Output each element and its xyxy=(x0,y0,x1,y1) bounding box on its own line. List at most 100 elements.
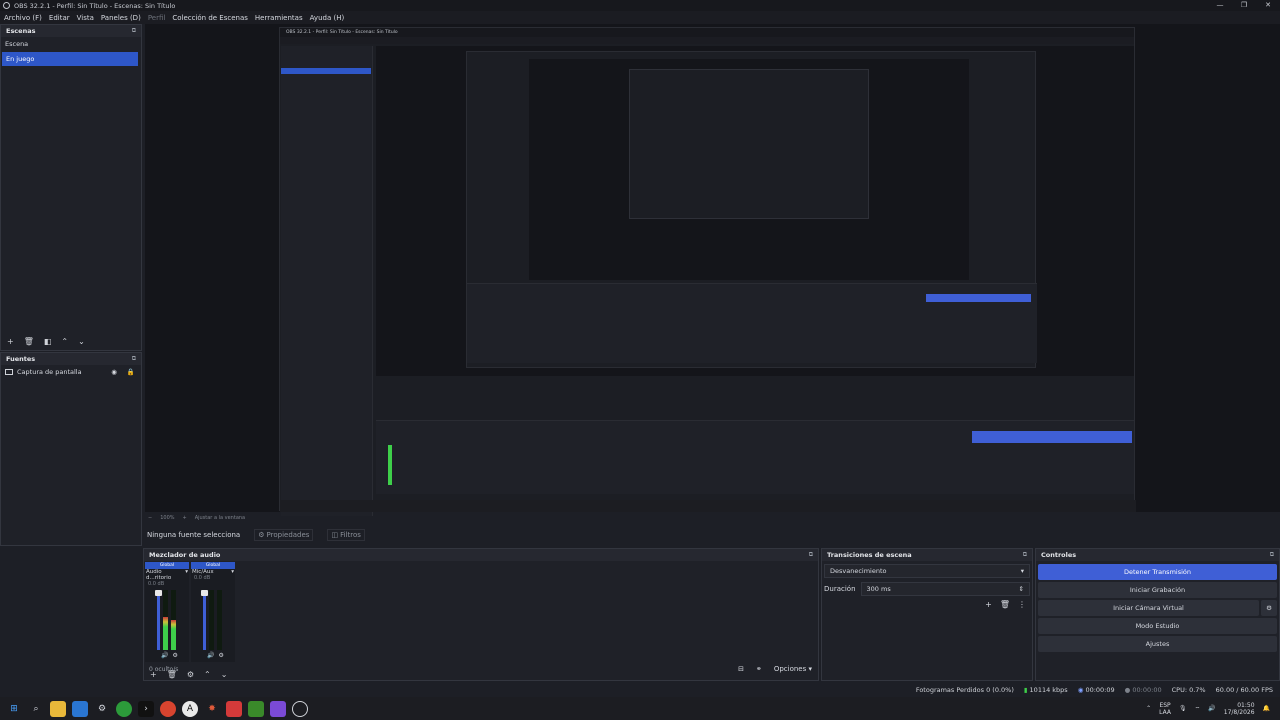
minimize-button[interactable]: — xyxy=(1208,0,1232,11)
move-up-icon[interactable]: ⌃ xyxy=(204,670,211,679)
wifi-icon[interactable]: ⌔ xyxy=(1195,705,1201,713)
green-app-icon[interactable] xyxy=(248,700,264,717)
meter-right xyxy=(217,590,222,650)
menu-coleccion-escenas[interactable]: Colección de Escenas xyxy=(172,14,248,22)
menu-editar[interactable]: Editar xyxy=(49,14,70,22)
add-icon[interactable]: + xyxy=(985,600,992,609)
scenes-title: Escenas xyxy=(6,27,36,35)
spinner-icon[interactable]: ⇕ xyxy=(1019,585,1024,593)
language-indicator[interactable]: ESP LAA xyxy=(1159,702,1171,716)
move-down-icon[interactable]: ⌄ xyxy=(78,337,85,346)
dropped-frames: Fotogramas Perdidos 0 (0.0%) xyxy=(915,685,1014,694)
channel-name-label: Audio d...ritorio xyxy=(146,569,172,581)
signal-icon: ▮ xyxy=(1023,685,1028,694)
filters-button[interactable]: ◫ Filtros xyxy=(327,528,365,541)
settings-icon[interactable]: ⚙ xyxy=(172,652,177,659)
undock-icon[interactable]: ⧉ xyxy=(809,551,813,559)
gear-icon[interactable]: ⚙ xyxy=(187,670,194,679)
store-icon[interactable] xyxy=(72,700,88,717)
virtual-camera-settings-icon[interactable]: ⚙ xyxy=(1261,600,1277,616)
duration-input[interactable]: 300 ms ⇕ xyxy=(860,582,1030,596)
mixer-options: ⊟ ⚭ Opciones ▾ xyxy=(738,665,812,673)
xbox-icon[interactable] xyxy=(116,700,132,717)
notification-icon[interactable]: 🔔 xyxy=(1263,705,1270,712)
menu-perfil[interactable]: Perfil xyxy=(148,14,166,22)
bitrate-value: 10114 kbps xyxy=(1029,685,1068,694)
red-app-icon[interactable] xyxy=(226,700,242,717)
search-icon[interactable]: ⌕ xyxy=(28,701,44,717)
options-button[interactable]: Opciones ▾ xyxy=(774,665,812,673)
zoom-out-icon[interactable]: − xyxy=(148,515,152,521)
close-button[interactable]: ✕ xyxy=(1256,0,1280,11)
volume-slider[interactable] xyxy=(155,590,162,650)
filter-scene-icon[interactable]: ◧ xyxy=(44,337,52,346)
terminal-icon[interactable]: › xyxy=(138,700,154,717)
channel-name[interactable]: Audio d...ritorio ▾ xyxy=(145,569,189,581)
scenes-toolbar: + 🗑 ◧ ⌃ ⌄ xyxy=(1,334,85,348)
trash-icon[interactable]: 🗑 xyxy=(1000,600,1010,609)
meter-left xyxy=(163,590,168,650)
fps: 60.00 / 60.00 FPS xyxy=(1215,685,1273,694)
record-icon: ● xyxy=(1124,685,1131,694)
obs-logo-icon xyxy=(3,2,10,9)
menu-vista[interactable]: Vista xyxy=(77,14,94,22)
remove-scene-icon[interactable]: 🗑 xyxy=(24,337,34,346)
link-icon[interactable]: ⚭ xyxy=(756,665,762,673)
burst-icon[interactable]: ✸ xyxy=(204,701,220,717)
properties-button[interactable]: ⚙ Propiedades xyxy=(254,528,314,541)
settings-icon[interactable]: ⚙ xyxy=(218,652,223,659)
volume-icon[interactable]: 🔊 xyxy=(1208,705,1215,712)
menu-archivo[interactable]: Archivo (F) xyxy=(4,14,42,22)
move-up-icon[interactable]: ⌃ xyxy=(61,337,68,346)
zoom-in-icon[interactable]: + xyxy=(183,515,187,521)
more-icon[interactable]: ⋮ xyxy=(1018,600,1026,609)
rec-time-value: 00:00:00 xyxy=(1132,685,1162,694)
stream-time: ◉ 00:00:09 xyxy=(1078,686,1115,694)
speaker-icon[interactable]: 🔊 xyxy=(161,652,168,659)
preview-canvas[interactable]: OBS 32.2.1 - Perfil: Sin Título - Escena… xyxy=(145,24,1280,516)
menu-herramientas[interactable]: Herramientas xyxy=(255,14,303,22)
studio-mode-button[interactable]: Modo Estudio xyxy=(1038,618,1277,634)
undock-icon[interactable]: ⧉ xyxy=(1270,551,1274,559)
move-down-icon[interactable]: ⌄ xyxy=(221,670,228,679)
stop-stream-button[interactable]: Detener Transmisión xyxy=(1038,564,1277,580)
undock-icon[interactable]: ⧉ xyxy=(132,355,136,363)
app-icon[interactable]: A xyxy=(182,700,198,717)
zoom-label: 100% xyxy=(160,515,175,521)
menu-ayuda[interactable]: Ayuda (H) xyxy=(310,14,345,22)
windows-start-icon[interactable]: ⊞ xyxy=(6,701,22,717)
source-label: Captura de pantalla xyxy=(17,368,82,376)
eye-icon[interactable]: ◉ xyxy=(111,365,117,379)
transitions-dock-title: Transiciones de escena ⧉ xyxy=(822,549,1032,561)
layout-icon[interactable]: ⊟ xyxy=(738,665,744,673)
fit-window-label[interactable]: Ajustar a la ventana xyxy=(195,515,245,521)
lang2: LAA xyxy=(1159,708,1171,716)
add-scene-icon[interactable]: + xyxy=(7,337,14,346)
sources-title: Fuentes xyxy=(6,355,36,363)
scene-item-en-juego[interactable]: En juego xyxy=(2,52,138,66)
chrome-icon[interactable] xyxy=(160,700,176,717)
menu-paneles[interactable]: Paneles (D) xyxy=(101,14,141,22)
chevron-up-icon[interactable]: ⌃ xyxy=(1146,705,1151,712)
undock-icon[interactable]: ⧉ xyxy=(1023,551,1027,559)
speaker-icon[interactable]: 🔊 xyxy=(207,652,214,659)
file-explorer-icon[interactable] xyxy=(50,700,66,717)
start-recording-button[interactable]: Iniciar Grabación xyxy=(1038,582,1277,598)
lock-icon[interactable]: 🔒 xyxy=(127,365,135,379)
purple-app-icon[interactable] xyxy=(270,700,286,717)
audio-mixer-dock: Mezclador de audio ⧉ Global Audio d...ri… xyxy=(143,548,819,681)
volume-slider[interactable] xyxy=(201,590,208,650)
undock-icon[interactable]: ⧉ xyxy=(132,27,136,35)
settings-button[interactable]: Ajustes xyxy=(1038,636,1277,652)
virtual-camera-button[interactable]: Iniciar Cámara Virtual xyxy=(1038,600,1259,616)
transition-select[interactable]: Desvanecimiento ▾ xyxy=(824,564,1030,578)
clock[interactable]: 01:50 17/8/2026 xyxy=(1224,702,1255,716)
gear-icon: ⚙ xyxy=(258,530,265,539)
maximize-button[interactable]: ❐ xyxy=(1232,0,1256,11)
scene-item-escena[interactable]: Escena xyxy=(1,37,141,51)
settings-icon[interactable]: ⚙ xyxy=(94,701,110,717)
obs-taskbar-icon[interactable] xyxy=(292,700,308,717)
microphone-icon[interactable]: 🎙 xyxy=(1179,705,1187,712)
source-item[interactable]: Captura de pantalla ◉ 🔒 xyxy=(1,365,141,379)
chevron-down-icon: ▾ xyxy=(185,569,188,575)
